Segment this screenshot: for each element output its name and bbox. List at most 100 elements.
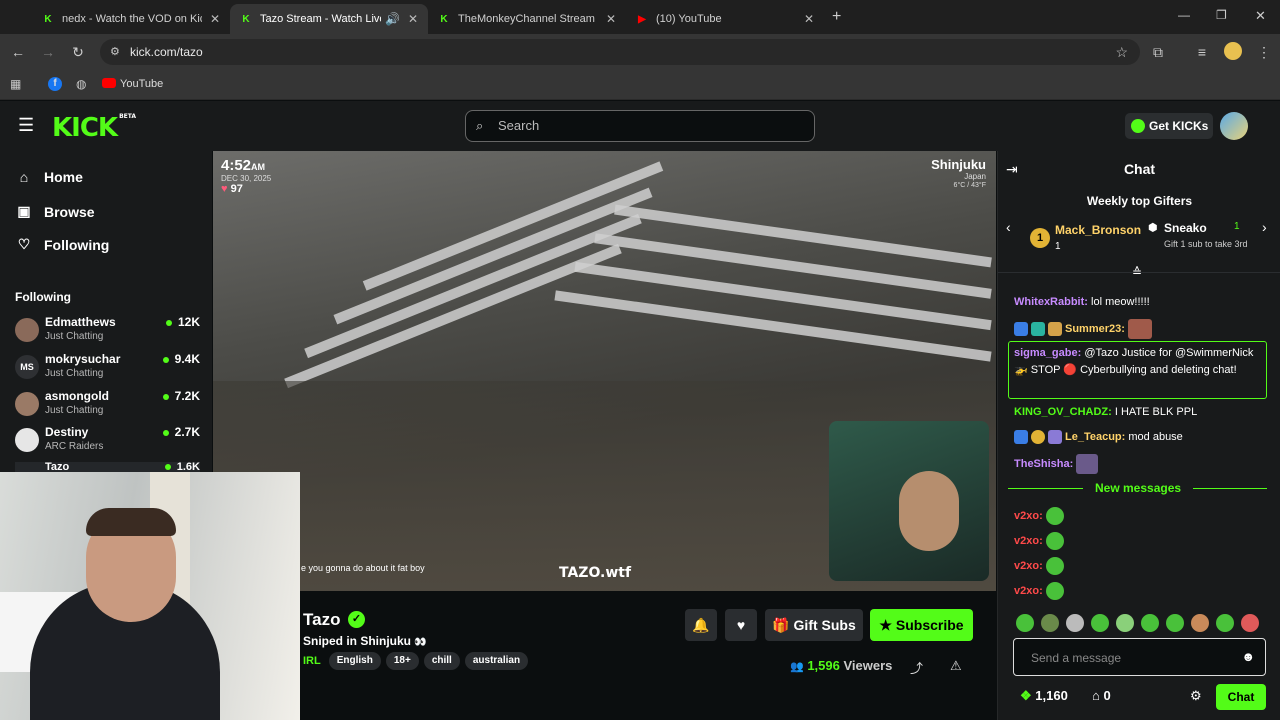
emote-quick[interactable]: [1216, 614, 1234, 632]
emoji-picker-icon[interactable]: ☻: [1241, 649, 1255, 664]
channel-points[interactable]: ❖ 1,160: [1020, 688, 1068, 704]
forward-icon[interactable]: →: [38, 42, 58, 62]
gifters-prev-icon[interactable]: ‹: [1006, 219, 1011, 235]
reload-icon[interactable]: ↻: [68, 42, 88, 62]
chat-message[interactable]: WhitexRabbit: lol meow!!!!!: [1014, 294, 1264, 311]
video-player[interactable]: 4:52AM DEC 30, 2025 ♥ 97 Shinjuku Japan …: [213, 151, 996, 591]
avatar: [15, 428, 39, 452]
follow-heart-button[interactable]: ♥: [725, 609, 757, 641]
followed-channel-active[interactable]: Tazo 1.6K: [15, 462, 200, 473]
emote-quick[interactable]: [1166, 614, 1184, 632]
followed-channel[interactable]: Edmatthews Just Chatting 12K: [15, 315, 200, 349]
chat-username[interactable]: TheShisha:: [1014, 458, 1073, 470]
nav-following-label: Following: [44, 236, 110, 253]
tag[interactable]: chill: [423, 652, 460, 670]
menu-dots-icon[interactable]: ⋮: [1254, 42, 1274, 62]
gifter-name[interactable]: Sneako: [1164, 221, 1207, 235]
emote-quick[interactable]: [1066, 614, 1084, 632]
close-tab-icon[interactable]: ✕: [408, 12, 418, 26]
extensions-icon[interactable]: ⧉: [1148, 42, 1168, 62]
share-icon[interactable]: ⤴: [910, 658, 923, 677]
kick-logo[interactable]: KICK BETA: [52, 113, 136, 143]
close-window-icon[interactable]: ✕: [1255, 8, 1266, 24]
nav-browse[interactable]: ▣ Browse: [16, 203, 94, 220]
chat-username[interactable]: v2xo:: [1014, 560, 1043, 572]
gifter-name[interactable]: Mack_Bronson: [1055, 223, 1141, 237]
search-input[interactable]: ⌕ Search: [465, 110, 815, 142]
emote-quick[interactable]: [1191, 614, 1209, 632]
chat-username[interactable]: v2xo:: [1014, 535, 1043, 547]
drops-value: 0: [1103, 688, 1111, 703]
media-icon[interactable]: ≡: [1192, 42, 1212, 62]
globe-icon[interactable]: ◍: [76, 77, 86, 91]
emote-quick[interactable]: [1141, 614, 1159, 632]
tag[interactable]: australian: [464, 652, 529, 670]
close-tab-icon[interactable]: ✕: [606, 12, 616, 26]
chat-username[interactable]: KING_OV_CHADZ:: [1014, 406, 1112, 418]
bookmark-youtube[interactable]: YouTube: [120, 78, 163, 90]
browser-tab[interactable]: ▶ (10) YouTube ✕: [626, 4, 824, 34]
followed-channel[interactable]: asmongold Just Chatting 7.2K: [15, 389, 200, 423]
chat-message[interactable]: KING_OV_CHADZ: I HATE BLK PPL: [1014, 404, 1264, 421]
facebook-icon[interactable]: f: [48, 77, 62, 91]
chat-username[interactable]: Summer23:: [1065, 323, 1125, 335]
emote-quick[interactable]: [1241, 614, 1259, 632]
eyes-emoji-icon: 👀: [414, 637, 427, 648]
gift-subs-button[interactable]: 🎁 Gift Subs: [765, 609, 863, 641]
tag[interactable]: 18+: [385, 652, 419, 670]
pinned-toggle-icon[interactable]: ≙: [1132, 265, 1142, 279]
bookmark-star-icon[interactable]: ☆: [1115, 39, 1128, 65]
browser-tab-active[interactable]: K Tazo Stream - Watch Live on 🔊 ✕: [230, 4, 428, 34]
browser-tab[interactable]: K TheMonkeyChannel Stream - W ✕: [428, 4, 626, 34]
streamer-name[interactable]: Tazo: [303, 610, 340, 630]
chat-message[interactable]: v2xo:: [1014, 532, 1264, 550]
following-section-title: Following: [15, 290, 71, 304]
chat-message[interactable]: TheShisha:: [1014, 454, 1264, 474]
category-link[interactable]: IRL: [303, 655, 321, 667]
url-field[interactable]: ⚙ kick.com/tazo ☆: [100, 39, 1140, 65]
chat-message[interactable]: v2xo:: [1014, 507, 1264, 525]
maximize-icon[interactable]: ❐: [1216, 8, 1227, 22]
browser-tab[interactable]: K nedx - Watch the VOD on Kick ✕: [32, 4, 230, 34]
get-kicks-button[interactable]: Get KICKs: [1125, 113, 1213, 139]
tag[interactable]: English: [328, 652, 381, 670]
new-tab-icon[interactable]: +: [832, 8, 841, 26]
followed-channel[interactable]: MS mokrysuchar Just Chatting 9.4K: [15, 352, 200, 386]
hamburger-menu-icon[interactable]: ☰: [18, 115, 34, 136]
nav-home[interactable]: ⌂ Home: [16, 169, 83, 185]
notification-bell-button[interactable]: 🔔: [685, 609, 717, 641]
close-tab-icon[interactable]: ✕: [804, 12, 814, 26]
chat-message[interactable]: v2xo:: [1014, 582, 1264, 600]
chat-username[interactable]: v2xo:: [1014, 585, 1043, 597]
chat-panel: ⇥ Chat Weekly top Gifters ‹ › 1 Mack_Bro…: [997, 151, 1280, 720]
emote-quick[interactable]: [1041, 614, 1059, 632]
subscribe-button[interactable]: ★ Subscribe: [870, 609, 973, 641]
speaker-icon[interactable]: 🔊: [385, 12, 400, 26]
chat-input[interactable]: Send a message ☻: [1013, 638, 1266, 676]
gifters-next-icon[interactable]: ›: [1262, 219, 1267, 235]
chat-message[interactable]: v2xo:: [1014, 557, 1264, 575]
chat-username[interactable]: Le_Teacup:: [1065, 431, 1125, 443]
close-tab-icon[interactable]: ✕: [210, 12, 220, 26]
apps-grid-icon[interactable]: ▦: [10, 77, 21, 91]
chat-username[interactable]: sigma_gabe:: [1014, 347, 1081, 359]
chat-send-button[interactable]: Chat: [1216, 684, 1266, 710]
followed-channel[interactable]: Destiny ARC Raiders 2.7K: [15, 425, 200, 459]
drops-counter[interactable]: ⌂ 0: [1092, 688, 1111, 703]
user-avatar[interactable]: [1220, 112, 1248, 140]
chat-message[interactable]: Le_Teacup: mod abuse: [1014, 429, 1264, 446]
profile-avatar[interactable]: [1224, 42, 1242, 60]
back-icon[interactable]: ←: [8, 42, 28, 62]
chat-message[interactable]: Summer23:: [1014, 319, 1264, 339]
emote-quick[interactable]: [1091, 614, 1109, 632]
emote-quick[interactable]: [1016, 614, 1034, 632]
chat-message[interactable]: sigma_gabe: @Tazo Justice for @SwimmerNi…: [1014, 345, 1264, 379]
chat-username[interactable]: WhitexRabbit:: [1014, 296, 1088, 308]
site-settings-icon[interactable]: ⚙: [110, 39, 120, 65]
nav-following[interactable]: ♡ Following: [16, 236, 110, 253]
emote-quick[interactable]: [1116, 614, 1134, 632]
chat-settings-icon[interactable]: ⚙: [1190, 688, 1202, 704]
chat-username[interactable]: v2xo:: [1014, 510, 1043, 522]
minimize-icon[interactable]: —: [1178, 8, 1190, 22]
report-icon[interactable]: ⚠: [950, 658, 962, 674]
